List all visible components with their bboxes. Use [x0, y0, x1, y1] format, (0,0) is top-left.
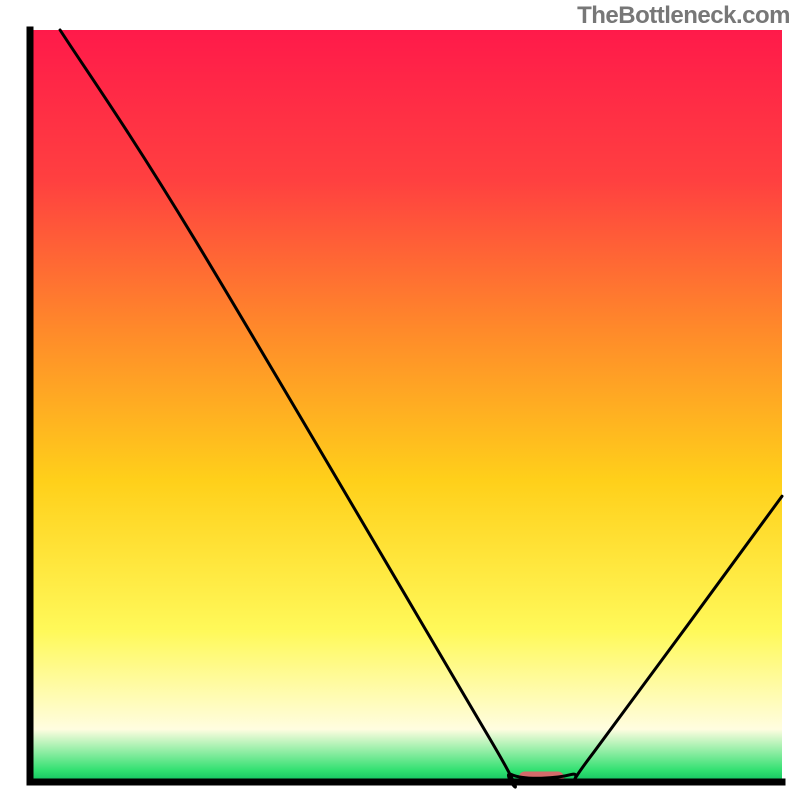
bottleneck-chart — [0, 0, 800, 800]
chart-container: TheBottleneck.com — [0, 0, 800, 800]
watermark-text: TheBottleneck.com — [577, 2, 790, 30]
gradient-background — [30, 30, 782, 782]
